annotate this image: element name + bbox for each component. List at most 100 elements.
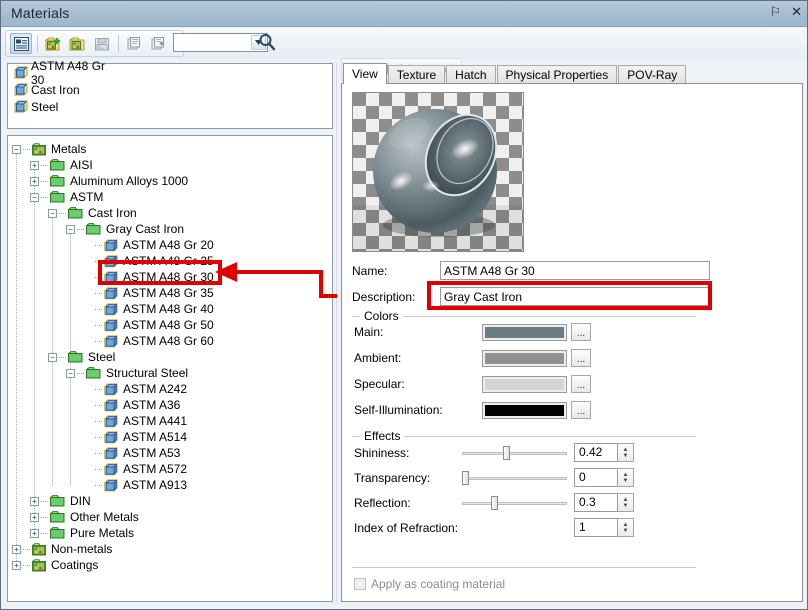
color-swatch[interactable] xyxy=(482,376,567,393)
color-swatch[interactable] xyxy=(482,402,567,419)
tree-node[interactable]: ASTM A48 Gr 20 xyxy=(12,237,332,253)
tree-node[interactable]: +Pure Metals xyxy=(12,525,332,541)
spinner-arrows[interactable]: ▲▼ xyxy=(618,518,634,537)
tree-node[interactable]: ASTM A48 Gr 50 xyxy=(12,317,332,333)
tree-expander-plus-icon[interactable]: + xyxy=(30,513,39,522)
tree-node[interactable]: −Structural Steel xyxy=(12,365,332,381)
tree-expander-minus-icon[interactable]: − xyxy=(12,145,21,154)
effect-spinner[interactable]: 0.3▲▼ xyxy=(574,493,634,512)
coating-checkbox[interactable] xyxy=(354,578,366,590)
search-combo[interactable] xyxy=(173,33,268,52)
open-library-button[interactable] xyxy=(67,33,89,54)
tree-node[interactable]: ASTM A913 xyxy=(12,477,332,493)
name-input[interactable] xyxy=(440,261,710,280)
spinner-down-icon[interactable]: ▼ xyxy=(623,453,629,459)
tree-expander-minus-icon[interactable]: − xyxy=(30,193,39,202)
paste-material-button[interactable] xyxy=(148,33,170,54)
color-swatch[interactable] xyxy=(482,350,567,367)
coating-checkbox-row[interactable]: Apply as coating material xyxy=(354,577,505,591)
spinner-down-icon[interactable]: ▼ xyxy=(623,478,629,484)
color-browse-button[interactable]: ... xyxy=(571,375,591,393)
effect-value[interactable]: 1 xyxy=(574,518,618,537)
tab-physical-properties[interactable]: Physical Properties xyxy=(497,65,618,84)
effect-slider[interactable] xyxy=(462,469,567,487)
tree-guide-dots xyxy=(41,197,48,198)
effect-value[interactable]: 0.3 xyxy=(574,493,618,512)
tree-expander-minus-icon[interactable]: − xyxy=(66,225,75,234)
search-input[interactable] xyxy=(176,35,250,50)
tree-node[interactable]: −Metals xyxy=(12,141,332,157)
tree-node[interactable]: +Coatings xyxy=(12,557,332,573)
list-item[interactable]: Steel xyxy=(8,98,332,115)
tab-view[interactable]: View xyxy=(343,63,387,84)
color-row: Specular:... xyxy=(354,375,694,393)
tree-node[interactable]: ASTM A48 Gr 40 xyxy=(12,301,332,317)
tree-node[interactable]: ASTM A48 Gr 60 xyxy=(12,333,332,349)
tree-node[interactable]: −Steel xyxy=(12,349,332,365)
tree-expander-plus-icon[interactable]: + xyxy=(12,545,21,554)
tree-node[interactable]: ASTM A53 xyxy=(12,445,332,461)
effect-slider[interactable] xyxy=(462,444,567,462)
slider-thumb[interactable] xyxy=(462,471,469,485)
tree-expander-plus-icon[interactable]: + xyxy=(30,177,39,186)
tree-node[interactable]: ASTM A572 xyxy=(12,461,332,477)
close-icon[interactable]: ✕ xyxy=(791,5,802,19)
spinner-arrows[interactable]: ▲▼ xyxy=(618,443,634,462)
spinner-arrows[interactable]: ▲▼ xyxy=(618,493,634,512)
tree-expander-plus-icon[interactable]: + xyxy=(30,161,39,170)
tree-expander-plus-icon[interactable]: + xyxy=(30,497,39,506)
material-editor-button[interactable] xyxy=(10,33,32,54)
material-tree-panel[interactable]: −Metals+AISI+Aluminum Alloys 1000−ASTM−C… xyxy=(7,135,333,602)
pin-icon[interactable]: ⚐ xyxy=(769,5,781,19)
tree-node[interactable]: +Aluminum Alloys 1000 xyxy=(12,173,332,189)
tree-expander-minus-icon[interactable]: − xyxy=(48,353,57,362)
slider-thumb[interactable] xyxy=(503,446,510,460)
spinner-arrows[interactable]: ▲▼ xyxy=(618,468,634,487)
tree-node[interactable]: ASTM A48 Gr 30 xyxy=(12,269,332,285)
tree-node[interactable]: +DIN xyxy=(12,493,332,509)
list-item[interactable]: ASTM A48 Gr 30 xyxy=(8,64,332,81)
color-browse-button[interactable]: ... xyxy=(571,323,591,341)
tree-node[interactable]: ASTM A48 Gr 25 xyxy=(12,253,332,269)
color-swatch[interactable] xyxy=(482,324,567,341)
tree-expander-plus-icon[interactable]: + xyxy=(30,529,39,538)
tree-node[interactable]: ASTM A242 xyxy=(12,381,332,397)
slider-thumb[interactable] xyxy=(491,496,498,510)
effect-spinner[interactable]: 0.42▲▼ xyxy=(574,443,634,462)
tree-node[interactable]: −Cast Iron xyxy=(12,205,332,221)
color-browse-button[interactable]: ... xyxy=(571,349,591,367)
tree-node[interactable]: −Gray Cast Iron xyxy=(12,221,332,237)
effect-spinner[interactable]: 0▲▼ xyxy=(574,468,634,487)
effect-value[interactable]: 0 xyxy=(574,468,618,487)
description-label: Description: xyxy=(352,290,440,304)
effect-value[interactable]: 0.42 xyxy=(574,443,618,462)
tree-node[interactable]: +Non-metals xyxy=(12,541,332,557)
spinner-down-icon[interactable]: ▼ xyxy=(623,503,629,509)
spinner-down-icon[interactable]: ▼ xyxy=(623,528,629,534)
tree-guide-dots xyxy=(59,213,66,214)
tab-hatch[interactable]: Hatch xyxy=(446,65,495,84)
tree-node[interactable]: −ASTM xyxy=(12,189,332,205)
tree-node[interactable]: ASTM A48 Gr 35 xyxy=(12,285,332,301)
description-input[interactable] xyxy=(440,287,710,306)
tree-node[interactable]: ASTM A36 xyxy=(12,397,332,413)
tree-node[interactable]: ASTM A514 xyxy=(12,429,332,445)
list-item[interactable]: Cast Iron xyxy=(8,81,332,98)
effect-spinner[interactable]: 1▲▼ xyxy=(574,518,634,537)
tree-node[interactable]: +AISI xyxy=(12,157,332,173)
color-browse-button[interactable]: ... xyxy=(571,401,591,419)
tree-node[interactable]: ASTM A441 xyxy=(12,413,332,429)
tab-texture[interactable]: Texture xyxy=(388,65,445,84)
tree-node[interactable]: +Other Metals xyxy=(12,509,332,525)
panel-splitter[interactable] xyxy=(335,63,339,602)
new-library-button[interactable] xyxy=(43,33,65,54)
tab-pov-ray[interactable]: POV-Ray xyxy=(618,65,686,84)
save-library-button[interactable] xyxy=(91,33,113,54)
tree-expander-plus-icon[interactable]: + xyxy=(12,561,21,570)
search-button[interactable] xyxy=(257,32,279,53)
recent-materials-list[interactable]: ASTM A48 Gr 30 Cast Iron Steel xyxy=(7,63,333,129)
tree-expander-minus-icon[interactable]: − xyxy=(48,209,57,218)
effect-slider[interactable] xyxy=(462,494,567,512)
copy-material-button[interactable] xyxy=(124,33,146,54)
tree-expander-minus-icon[interactable]: − xyxy=(66,369,75,378)
